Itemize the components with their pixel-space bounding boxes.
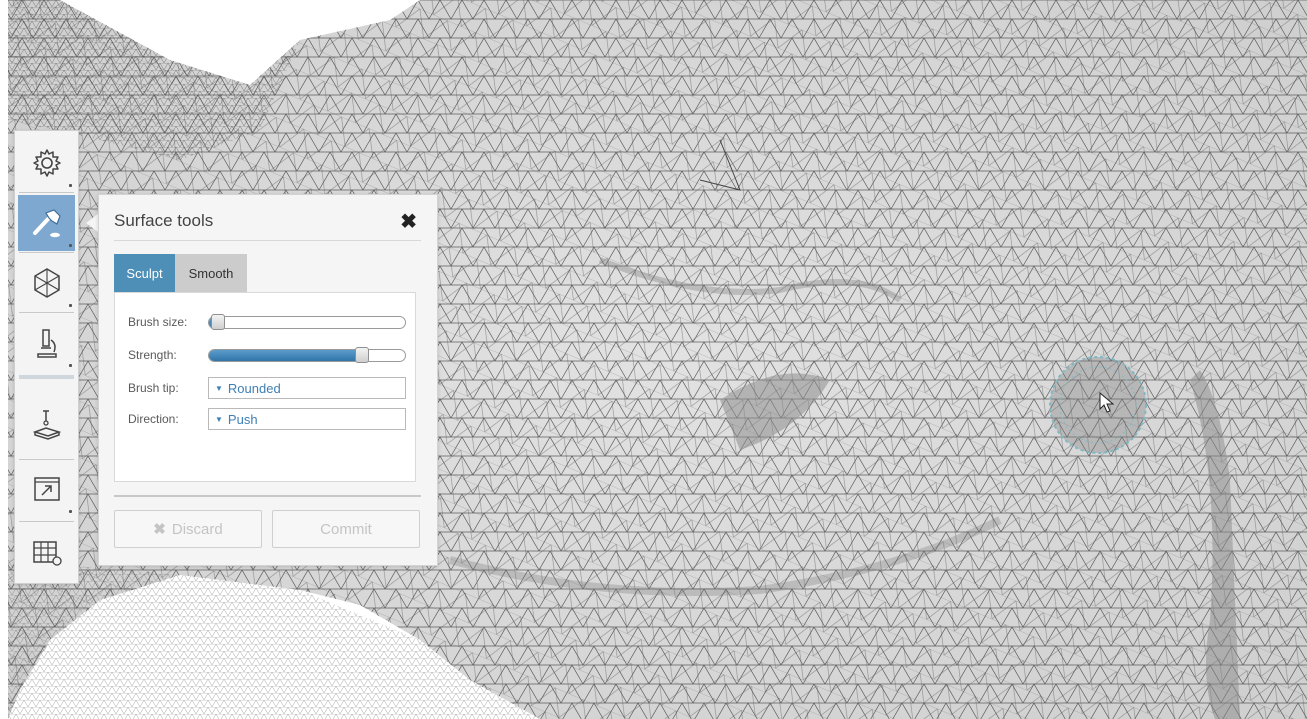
sculpt-panel: Brush size: Strength: Brush tip: ▼ Round…: [114, 292, 416, 482]
strength-slider-thumb[interactable]: [355, 347, 370, 363]
gear-icon: [32, 149, 61, 177]
brush-size-slider-thumb[interactable]: [210, 314, 225, 330]
microscope-icon: [36, 329, 57, 358]
discard-button[interactable]: ✖ Discard: [114, 510, 262, 548]
hammer-icon: [32, 209, 61, 238]
brush-size-slider[interactable]: [208, 316, 406, 329]
footer-divider: [114, 495, 421, 497]
caret-down-icon: ▼: [215, 383, 223, 393]
direction-value: Push: [227, 411, 258, 427]
mouse-pointer-icon: [1099, 392, 1115, 413]
brush-tip-value: Rounded: [227, 380, 281, 396]
table-settings-icon: [32, 541, 62, 566]
table-settings-button[interactable]: [18, 524, 75, 580]
close-button[interactable]: ✖: [400, 209, 417, 234]
probe-stand-icon: [32, 410, 61, 440]
surface-tools-dialog: Surface tools ✖ Sculpt Smooth Brush size…: [98, 194, 438, 566]
strength-slider[interactable]: [208, 349, 406, 362]
tab-sculpt[interactable]: Sculpt: [114, 254, 175, 292]
hexagon-mesh-icon: [33, 268, 60, 298]
dialog-pointer: [86, 214, 98, 232]
dialog-title: Surface tools: [114, 211, 214, 230]
direction-select[interactable]: ▼ Push: [208, 408, 406, 430]
title-divider: [114, 240, 421, 241]
left-toolbar: [14, 130, 79, 584]
inspect-button[interactable]: [18, 315, 75, 371]
commit-button[interactable]: Commit: [272, 510, 420, 548]
mesh-tools-button[interactable]: [18, 255, 75, 311]
brush-tip-label: Brush tip:: [128, 381, 179, 395]
caret-down-icon: ▼: [215, 414, 223, 424]
export-button[interactable]: [18, 461, 75, 517]
brush-size-label: Brush size:: [128, 315, 188, 329]
probe-button[interactable]: [18, 397, 75, 453]
settings-button[interactable]: [18, 135, 75, 191]
tab-smooth[interactable]: Smooth: [175, 254, 247, 292]
brush-tip-select[interactable]: ▼ Rounded: [208, 377, 406, 399]
export-window-icon: [33, 477, 60, 501]
close-icon: ✖: [153, 521, 166, 538]
surface-tools-button[interactable]: [18, 195, 75, 251]
strength-label: Strength:: [128, 348, 177, 362]
discard-label: Discard: [171, 520, 223, 538]
direction-label: Direction:: [128, 412, 179, 426]
